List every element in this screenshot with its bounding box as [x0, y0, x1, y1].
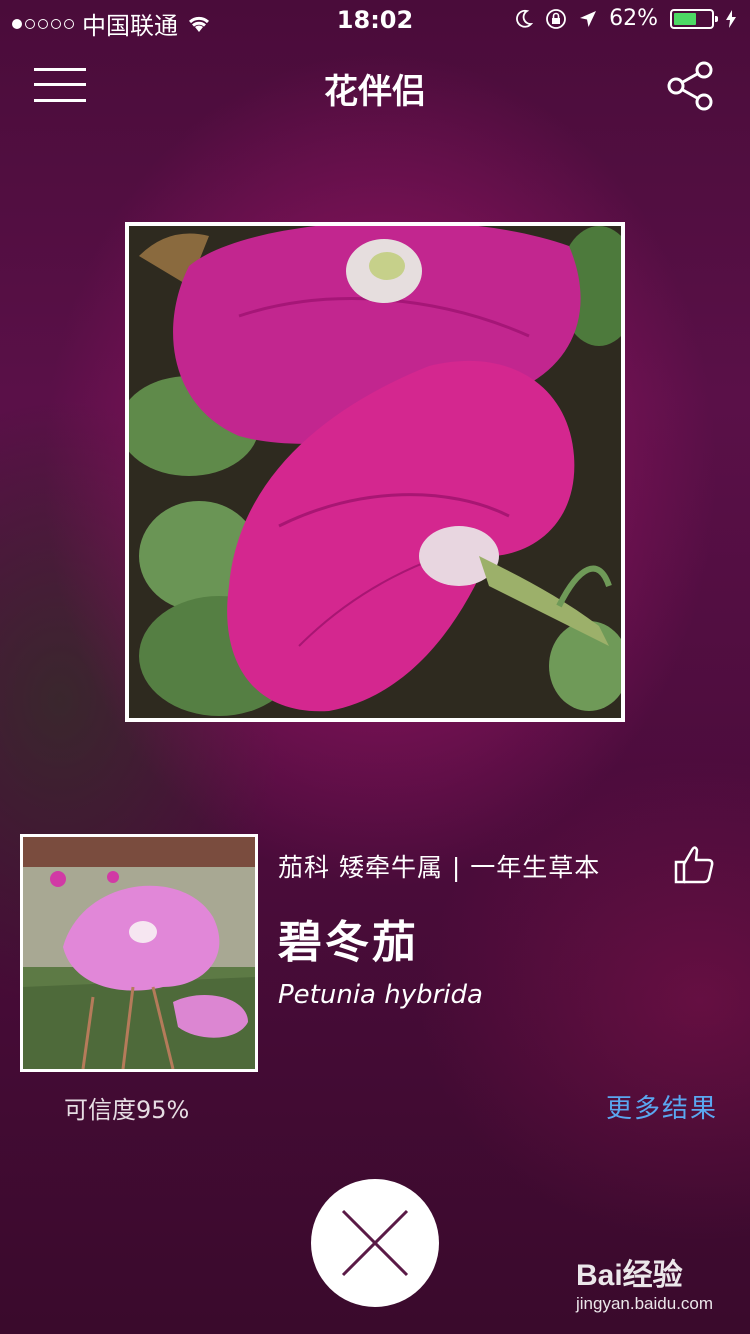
share-button[interactable]: [664, 60, 716, 112]
like-button[interactable]: [672, 842, 716, 886]
reference-flower-thumbnail[interactable]: [20, 834, 258, 1072]
watermark-logo: Bai经验: [576, 1259, 683, 1292]
charging-bolt-icon: [726, 9, 736, 28]
rotation-lock-icon: [546, 8, 566, 29]
baidu-jingyan-watermark: Bai经验 jingyan.baidu.com: [576, 1250, 736, 1320]
photo-pink-petunia-reference: [23, 837, 255, 1069]
nav-bar: 花伴侣: [0, 50, 750, 120]
status-bar: 中国联通 18:02 62%: [0, 0, 750, 40]
taxonomy-text: 茄科 矮牵牛属 | 一年生草本: [278, 853, 601, 882]
thumbs-up-icon: [674, 846, 714, 884]
close-icon: [341, 1209, 409, 1277]
more-results-link[interactable]: 更多结果: [606, 1088, 718, 1125]
watermark-url: jingyan.baidu.com: [576, 1294, 714, 1313]
battery-icon: [670, 8, 718, 29]
confidence-score: 可信度95%: [64, 1096, 190, 1124]
photo-magenta-petunia-flowers: [129, 226, 621, 718]
battery-percent: 62%: [609, 6, 658, 31]
share-icon: [667, 61, 713, 111]
page-title: 花伴侣: [324, 72, 426, 112]
plant-latin-name: Petunia hybrida: [278, 980, 483, 1010]
moon-icon: [516, 9, 534, 28]
location-arrow-icon: [580, 10, 597, 27]
captured-flower-photo: [125, 222, 625, 722]
status-right: 62%: [515, 6, 736, 31]
close-button[interactable]: [311, 1179, 439, 1307]
identification-result: 茄科 矮牵牛属 | 一年生草本 碧冬茄 Petunia hybrida 可信度9…: [0, 834, 750, 1134]
plant-chinese-name: 碧冬茄: [278, 917, 419, 968]
